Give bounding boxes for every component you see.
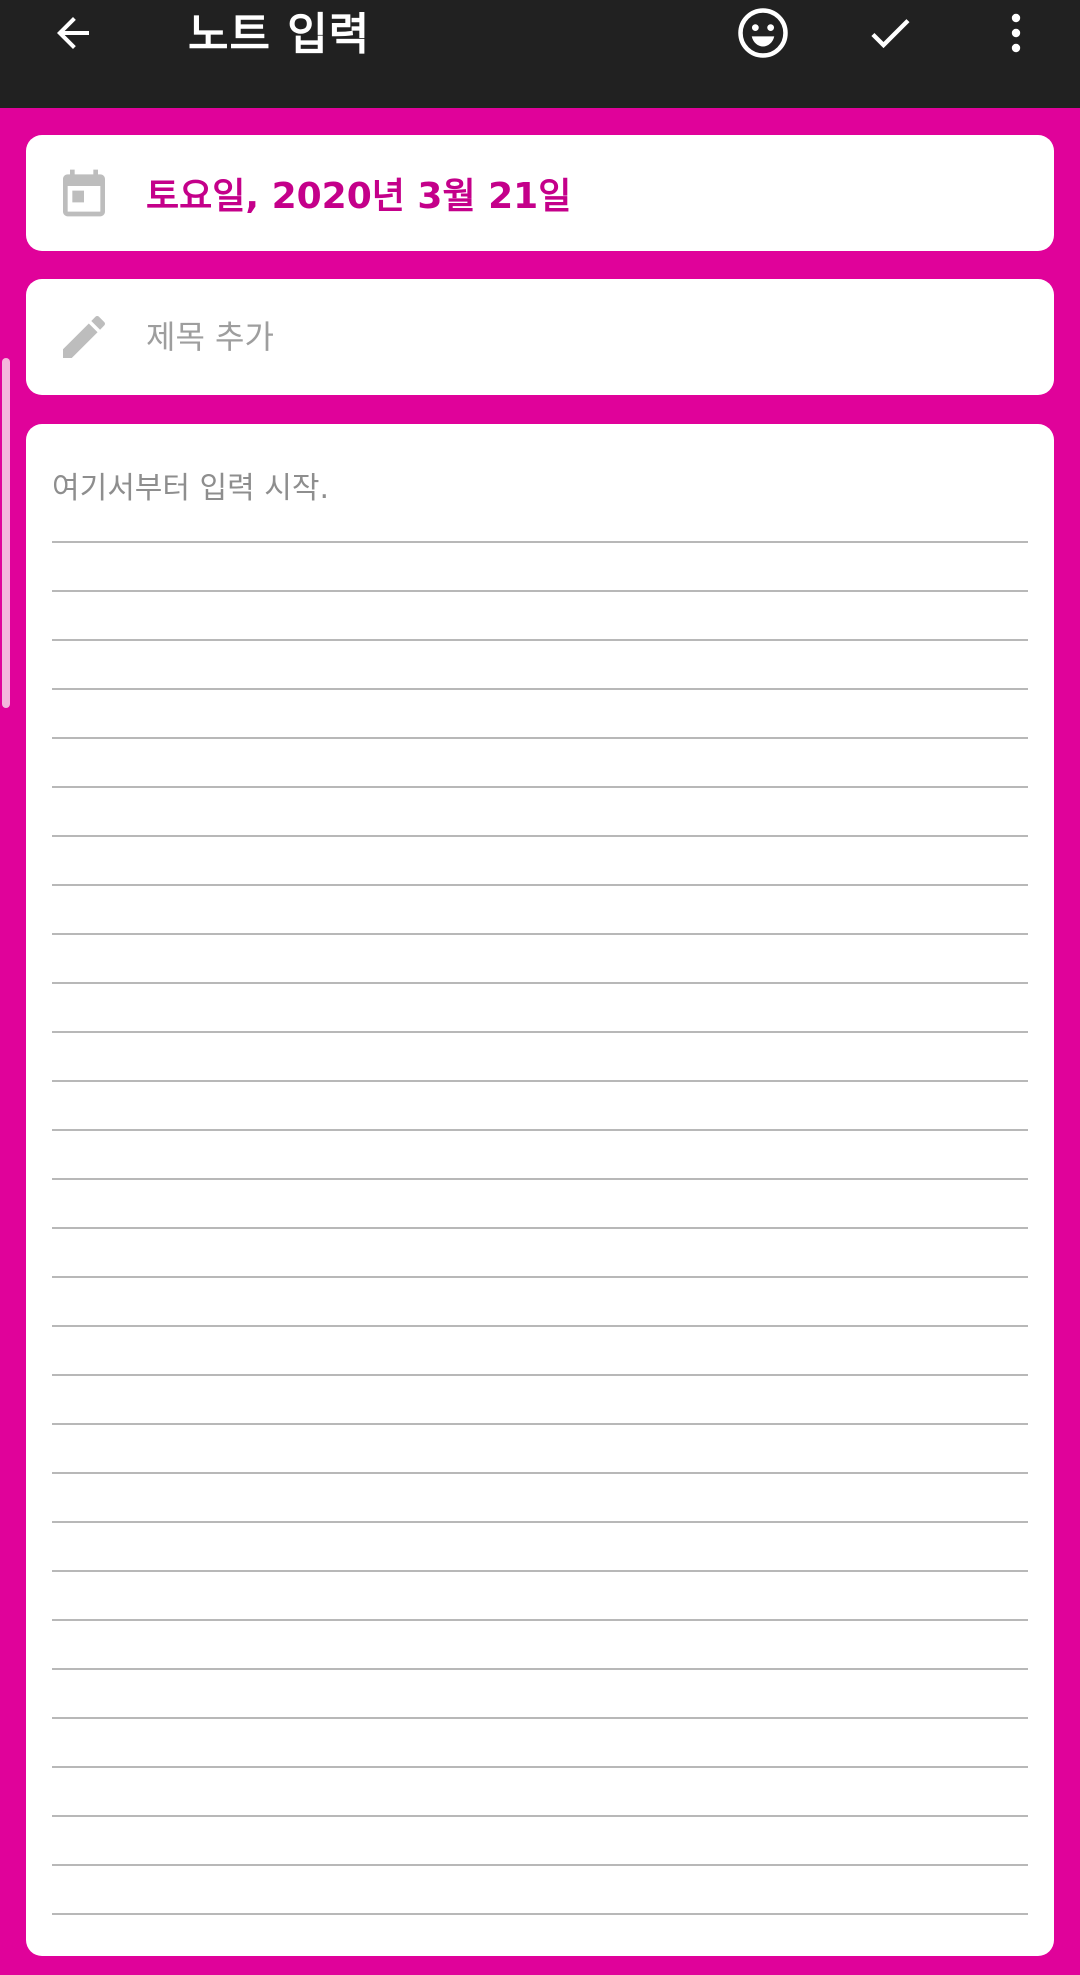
smiley-icon [736,6,790,64]
note-input[interactable] [52,464,1028,1944]
date-value: 토요일, 2020년 3월 21일 [146,176,572,217]
pencil-icon [56,309,112,365]
title-input[interactable] [146,302,1006,372]
arrow-left-icon [49,9,97,61]
scroll-indicator [2,358,10,708]
check-icon [864,7,916,63]
app-bar: 노트 입력 [0,0,1080,108]
page-title: 노트 입력 [188,9,371,60]
note-card [26,424,1054,1956]
title-card [26,279,1054,395]
mood-button[interactable] [718,0,808,70]
back-button[interactable] [28,0,118,70]
calendar-icon [56,165,112,221]
more-vertical-icon [992,9,1040,61]
confirm-button[interactable] [845,0,935,70]
date-card[interactable]: 토요일, 2020년 3월 21일 [26,135,1054,251]
more-options-button[interactable] [971,0,1061,70]
